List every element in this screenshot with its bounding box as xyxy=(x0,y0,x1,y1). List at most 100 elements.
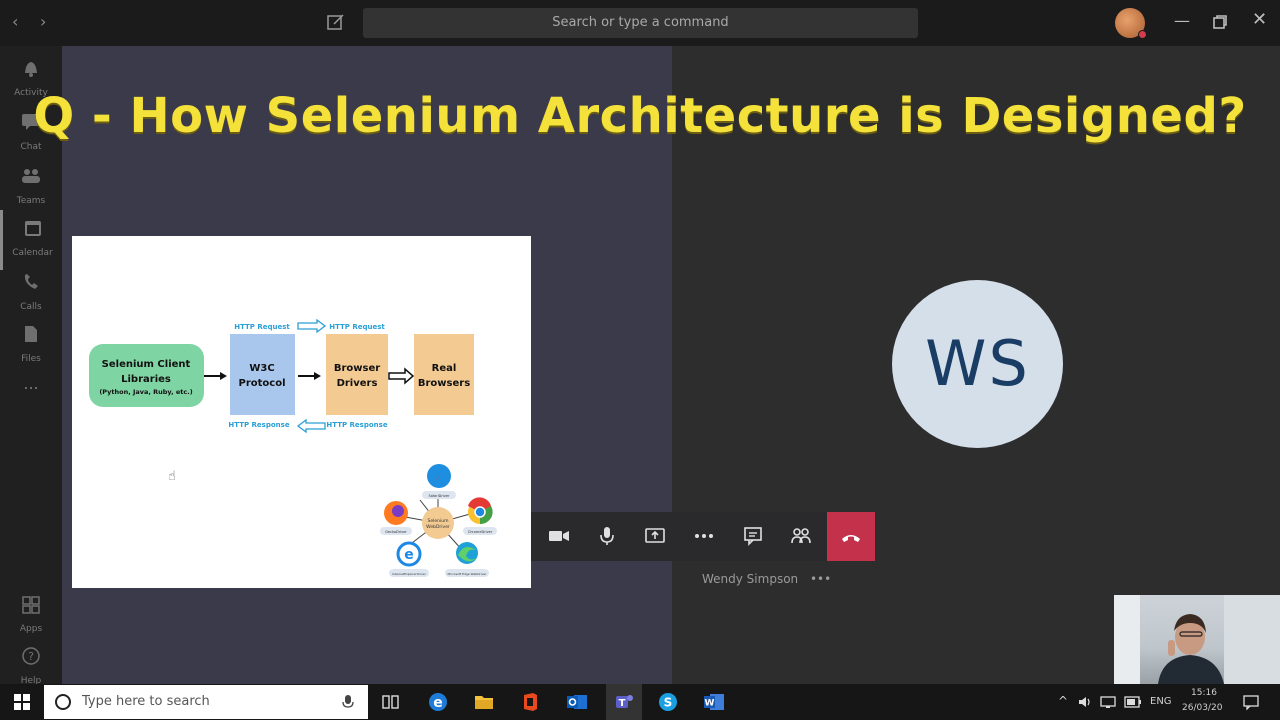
input-language[interactable]: ENG xyxy=(1150,696,1172,707)
minimize-icon[interactable]: — xyxy=(1174,11,1190,30)
real-browsers-box xyxy=(414,334,474,415)
restore-icon[interactable] xyxy=(1212,14,1228,30)
teams-call-window: ‹ › Search or type a command — ✕ Activit… xyxy=(0,0,1280,720)
self-video-preview[interactable] xyxy=(1114,595,1280,684)
self-video-person xyxy=(1114,595,1280,684)
firefox-label: GeckoDriver xyxy=(385,530,407,534)
teams-icon xyxy=(22,169,40,183)
more-options-icon[interactable] xyxy=(692,524,716,548)
volume-icon[interactable] xyxy=(1078,695,1094,709)
teams-taskbar-button[interactable]: T xyxy=(606,684,642,720)
real-line1: Real xyxy=(432,363,457,374)
safari-label: SafariDriver xyxy=(429,494,450,498)
participant-more-icon[interactable]: ••• xyxy=(810,572,831,586)
svg-text:S: S xyxy=(664,696,673,710)
rail-item-calls[interactable]: Calls xyxy=(0,264,62,324)
webdriver-center-line1: Selenium xyxy=(428,518,449,524)
rail-item-apps[interactable]: Apps xyxy=(0,586,62,646)
cortana-icon xyxy=(55,694,71,710)
drivers-line2: Drivers xyxy=(337,378,378,389)
rail-item-label: Files xyxy=(21,354,41,364)
participants-icon[interactable] xyxy=(789,524,813,548)
video-title-overlay: Q - How Selenium Architecture is Designe… xyxy=(33,88,1247,144)
hang-up-button[interactable] xyxy=(827,512,875,561)
shared-slide: Selenium Client Libraries (Python, Java,… xyxy=(72,236,531,588)
bell-icon xyxy=(25,62,37,77)
rail-item-teams[interactable]: Teams xyxy=(0,158,62,218)
hand-cursor-icon: ☝ xyxy=(168,469,176,484)
share-screen-icon[interactable] xyxy=(643,524,667,548)
taskbar-search-box[interactable]: Type here to search xyxy=(44,685,368,719)
more-icon: ... xyxy=(23,374,39,393)
command-search-bar[interactable]: Search or type a command xyxy=(363,8,918,38)
presence-status-dot xyxy=(1138,30,1147,39)
teams-app-icon: T xyxy=(616,695,633,709)
word-icon[interactable]: W xyxy=(703,692,725,712)
outlook-icon[interactable] xyxy=(566,692,588,712)
files-icon xyxy=(25,326,37,342)
http-request-label-1: HTTP Request xyxy=(234,323,290,331)
network-icon[interactable] xyxy=(1100,695,1118,709)
webdriver-center-line2: WebDriver xyxy=(426,524,450,530)
taskbar-search-placeholder: Type here to search xyxy=(82,694,210,709)
notifications-icon[interactable] xyxy=(1243,694,1259,710)
title-bar: ‹ › Search or type a command — ✕ xyxy=(0,0,1280,46)
file-explorer-icon[interactable] xyxy=(474,693,494,711)
w3c-protocol-box xyxy=(230,334,295,415)
close-icon[interactable]: ✕ xyxy=(1252,9,1267,30)
svg-text:e: e xyxy=(433,695,443,711)
clock-time[interactable]: 15:16 xyxy=(1191,688,1217,698)
microphone-icon[interactable] xyxy=(342,694,354,710)
rail-item-label: Teams xyxy=(16,196,46,206)
clock-date[interactable]: 26/03/20 xyxy=(1182,703,1222,713)
client-libraries-languages: (Python, Java, Ruby, etc.) xyxy=(99,388,192,396)
back-arrow-icon[interactable]: ‹ xyxy=(12,12,18,31)
arrowhead-client-to-w3c xyxy=(220,372,227,380)
skype-icon[interactable]: S xyxy=(658,692,678,712)
w3c-line1: W3C xyxy=(249,363,274,374)
tray-overflow-icon[interactable]: ^ xyxy=(1058,694,1068,708)
http-response-label-1: HTTP Response xyxy=(228,421,289,429)
real-line2: Browsers xyxy=(418,378,470,389)
calendar-icon xyxy=(24,221,41,236)
windows-taskbar: Type here to search e T S W ^ ENG 15:16 … xyxy=(0,684,1280,720)
http-request-arrow xyxy=(297,318,327,334)
rail-item-label: Calendar xyxy=(12,248,53,258)
svg-text:T: T xyxy=(619,698,626,709)
battery-icon[interactable] xyxy=(1124,696,1142,708)
chrome-label: ChromeDriver xyxy=(468,530,493,534)
client-libraries-line2: Libraries xyxy=(121,374,171,385)
webdriver-hub-diagram: Selenium WebDriver SafariDriver ChromeDr… xyxy=(380,464,497,577)
w3c-line2: Protocol xyxy=(238,378,285,389)
svg-text:e: e xyxy=(404,547,414,563)
browser-drivers-box xyxy=(326,334,388,415)
client-libraries-line1: Selenium Client xyxy=(102,359,191,370)
rail-item-more[interactable]: ... xyxy=(0,372,62,432)
ie-label: InternetExplorerDriver xyxy=(392,572,426,576)
http-request-label-2: HTTP Request xyxy=(329,323,385,331)
participant-name: Wendy Simpson xyxy=(702,572,799,586)
rail-item-files[interactable]: Files xyxy=(0,316,62,376)
rail-item-label: Apps xyxy=(19,624,43,634)
drivers-line1: Browser xyxy=(334,363,380,374)
rail-item-label: Calls xyxy=(20,302,42,312)
apps-icon xyxy=(22,596,40,614)
task-view-icon[interactable] xyxy=(382,693,400,711)
call-controls-bar xyxy=(531,512,827,561)
rail-item-calendar[interactable]: Calendar xyxy=(0,210,62,270)
chat-icon[interactable] xyxy=(741,524,765,548)
arrow-drivers-to-browsers xyxy=(388,367,415,385)
help-icon: ? xyxy=(22,647,40,665)
selenium-architecture-diagram: Selenium Client Libraries (Python, Java,… xyxy=(89,318,497,577)
camera-icon[interactable] xyxy=(547,524,571,548)
forward-arrow-icon[interactable]: › xyxy=(40,12,46,31)
office-icon[interactable] xyxy=(521,692,539,712)
svg-text:?: ? xyxy=(28,650,34,663)
new-chat-icon[interactable] xyxy=(326,12,346,32)
microphone-icon[interactable] xyxy=(595,524,619,548)
participant-avatar: WS xyxy=(892,280,1063,448)
http-response-label-2: HTTP Response xyxy=(326,421,387,429)
windows-start-icon[interactable] xyxy=(14,694,30,710)
http-response-arrow xyxy=(296,418,326,434)
edge-browser-icon[interactable]: e xyxy=(428,692,448,712)
